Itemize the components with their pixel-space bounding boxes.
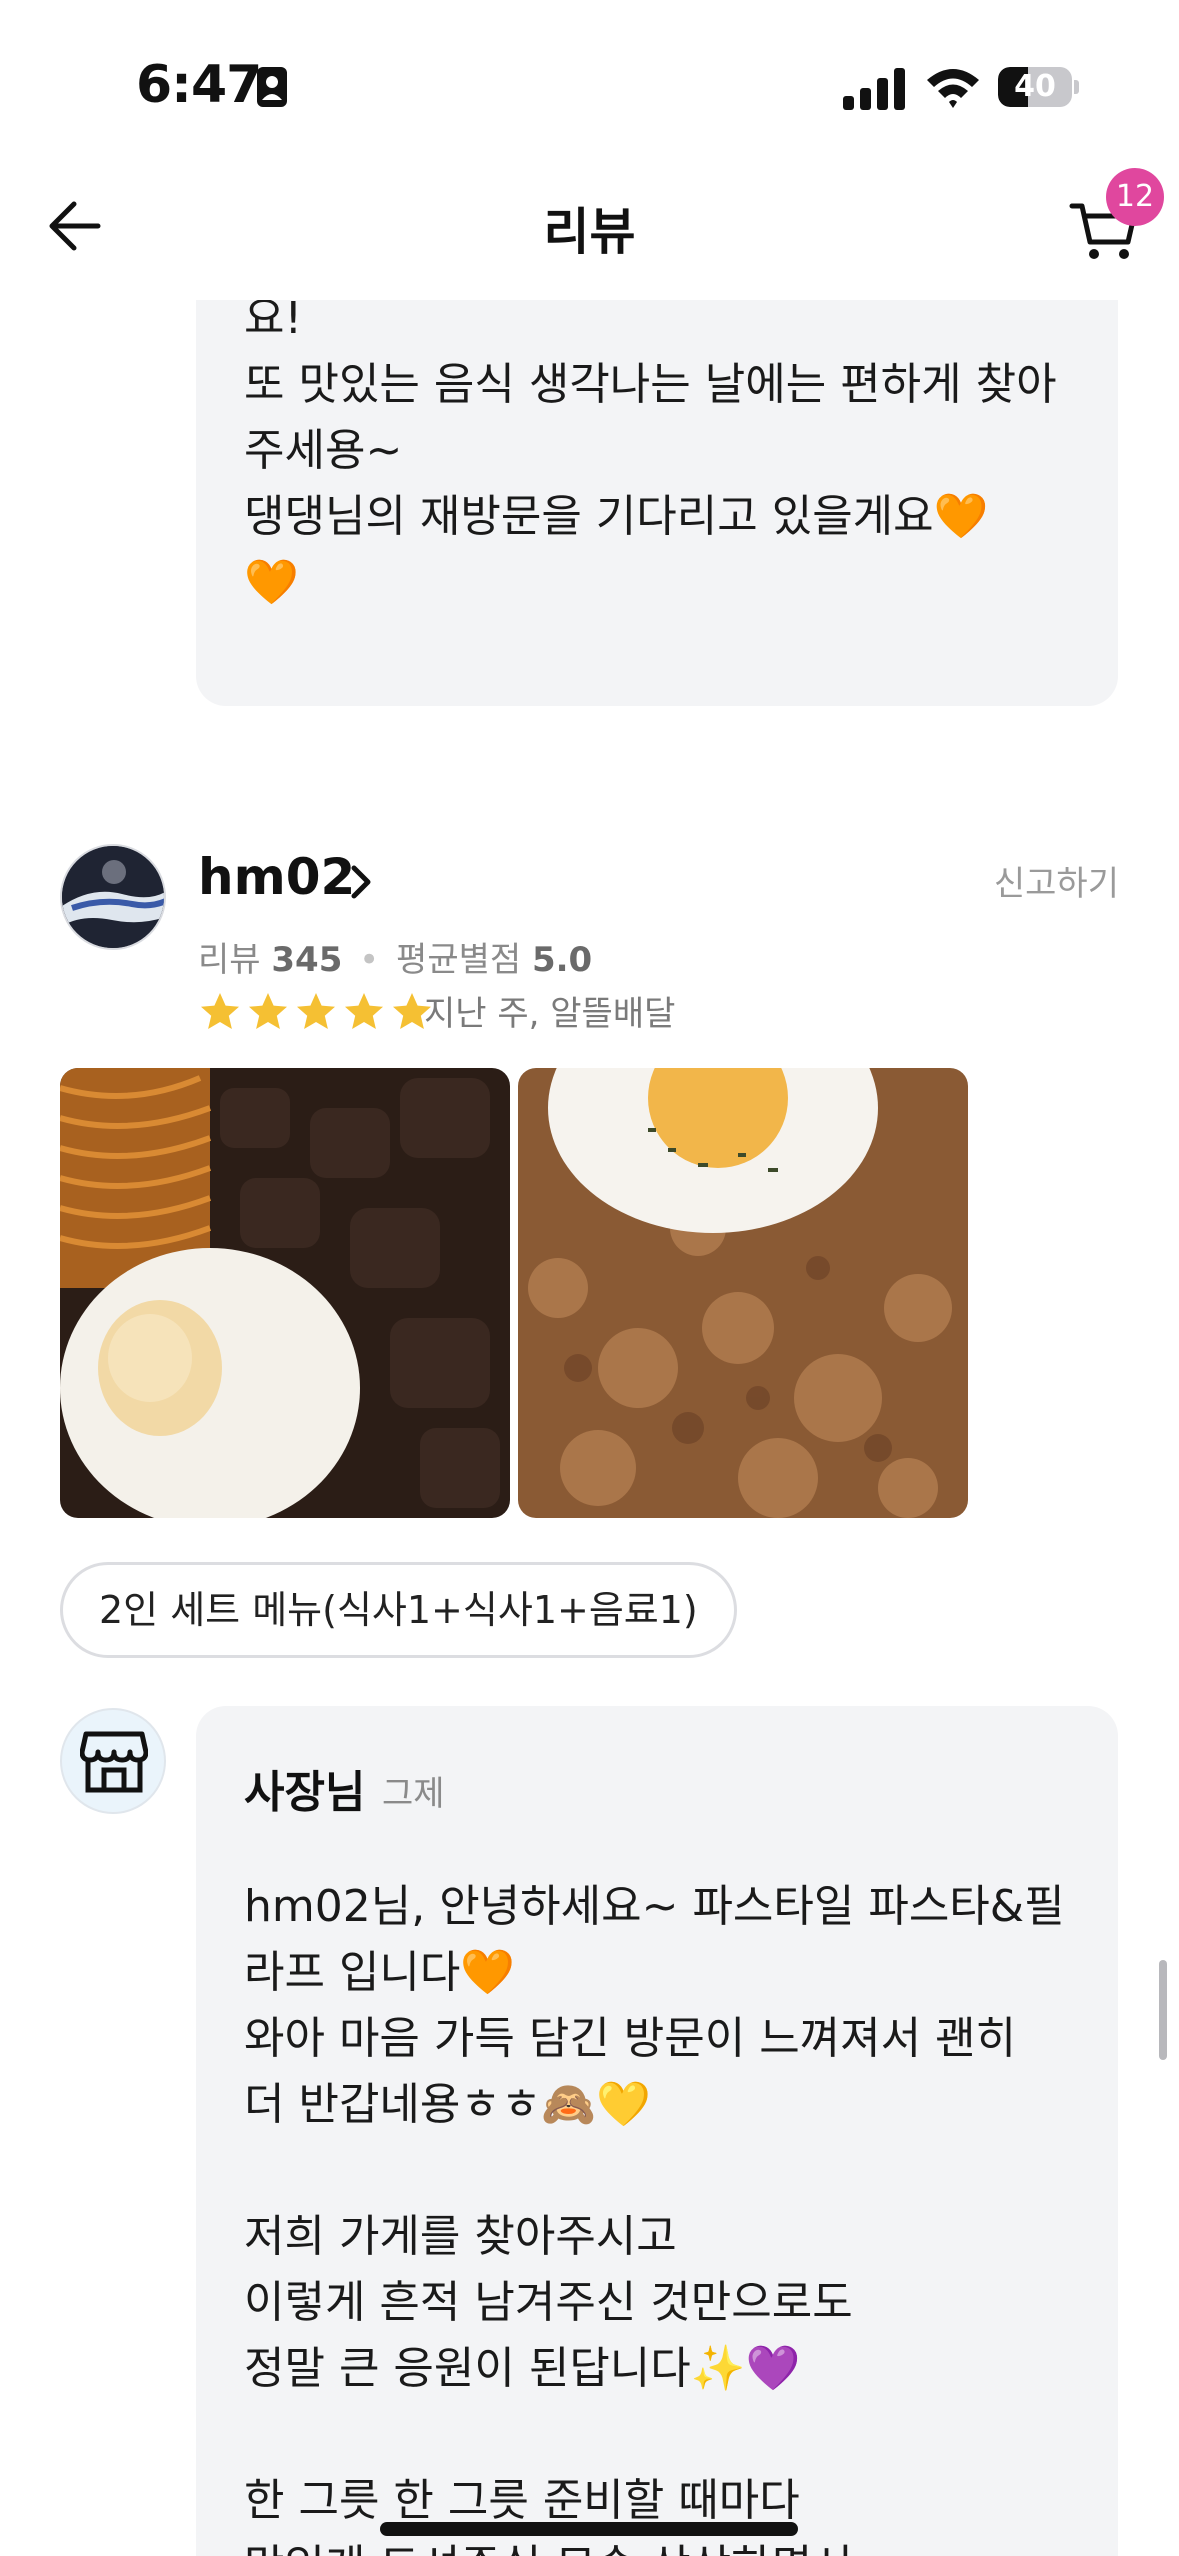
previous-owner-reply: 기분 좋은 식사가 되도록 꼼꼼하게 준비할게 요! 또 맛있는 음식 생각나는… — [196, 300, 1118, 706]
star-rating — [198, 990, 434, 1038]
wifi-icon — [927, 69, 979, 108]
owner-reply-text: hm02님, 안녕하세요~ 파스타일 파스타&필 라프 입니다🧡 와아 마음 가… — [244, 1881, 1065, 2556]
scrollbar[interactable] — [1159, 1960, 1167, 2060]
reviewer-stats: 리뷰 345 • 평균별점 5.0 — [198, 940, 593, 980]
review-photo[interactable] — [518, 1068, 968, 1518]
star-icon — [345, 993, 383, 1029]
review-meta: 지난 주, 알뜰배달 — [424, 994, 676, 1034]
owner-avatar — [60, 1708, 166, 1814]
battery-percent: 40 — [1014, 69, 1056, 104]
average-rating-label: 평균별점 — [396, 940, 522, 980]
star-icon — [249, 993, 287, 1029]
chevron-right-icon[interactable] — [346, 862, 376, 902]
battery-indicator: 40 — [998, 67, 1079, 107]
page-title: 리뷰 — [543, 203, 636, 261]
store-icon — [80, 1731, 148, 1793]
review-photo[interactable] — [60, 1068, 510, 1518]
owner-reply-date: 그제 — [382, 1774, 445, 1814]
home-indicator[interactable] — [380, 2522, 798, 2536]
star-icon — [201, 993, 239, 1029]
owner-name: 사장님 — [244, 1767, 366, 1818]
cart-count-badge: 12 — [1106, 168, 1164, 226]
ordered-menu-chip[interactable]: 2인 세트 메뉴(식사1+식사1+음료1) — [60, 1562, 737, 1658]
status-time: 6:47 — [136, 55, 262, 115]
reviewer-avatar[interactable] — [60, 844, 166, 950]
reviewer-name[interactable]: hm02 — [198, 848, 355, 906]
review-list[interactable]: 기분 좋은 식사가 되도록 꼼꼼하게 준비할게 요! 또 맛있는 음식 생각나는… — [0, 300, 1179, 2556]
review-count: 345 — [271, 940, 343, 980]
star-icon — [297, 993, 335, 1029]
previous-reply-text: 기분 좋은 식사가 되도록 꼼꼼하게 준비할게 요! 또 맛있는 음식 생각나는… — [244, 300, 1057, 608]
status-bar: 6:47 40 — [0, 0, 1179, 150]
average-rating: 5.0 — [531, 940, 593, 980]
cellular-signal-icon — [843, 68, 905, 110]
contact-card-icon — [257, 67, 287, 107]
owner-reply: 사장님 그제 hm02님, 안녕하세요~ 파스타일 파스타&필 라프 입니다🧡 … — [196, 1706, 1118, 2556]
review-count-label: 리뷰 — [198, 940, 261, 980]
report-button[interactable]: 신고하기 — [994, 856, 1119, 905]
page-header: 리뷰 — [0, 150, 1179, 300]
